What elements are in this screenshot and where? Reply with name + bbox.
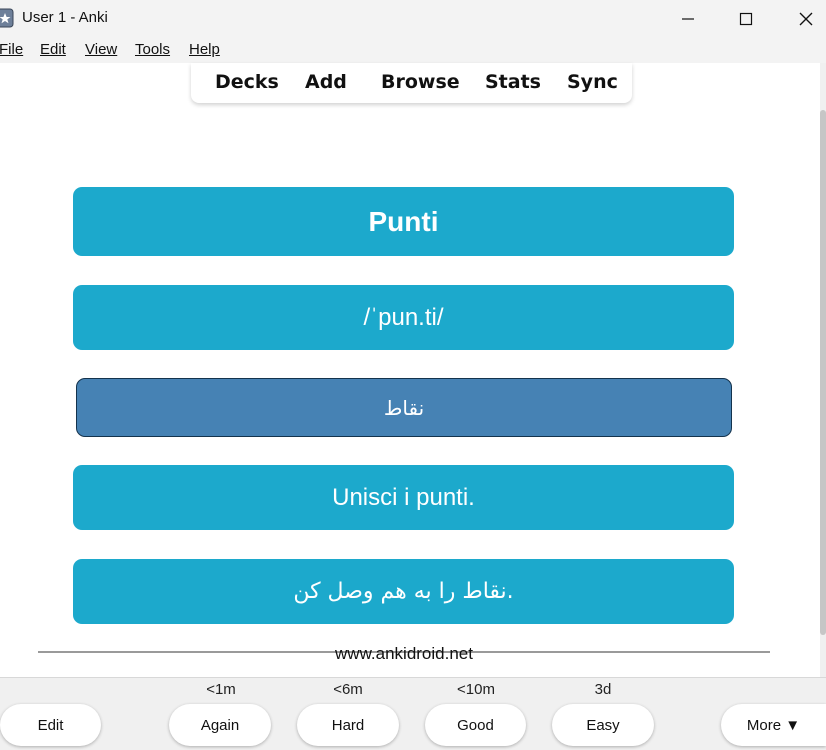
interval-again: <1m [206, 681, 236, 698]
toolbar-stats[interactable]: Stats [485, 71, 541, 93]
card-example: Unisci i punti. [73, 465, 734, 530]
card-example-text: Unisci i punti. [332, 483, 475, 511]
interval-easy: 3d [594, 681, 612, 698]
minimize-icon [682, 17, 694, 20]
more-button[interactable]: More ▼ [721, 704, 826, 746]
answer-bar [0, 677, 826, 750]
hard-button-label: Hard [331, 716, 365, 734]
menu-help[interactable]: Help [189, 41, 220, 58]
interval-good: <10m [457, 681, 495, 698]
title-bar: User 1 - Anki [0, 0, 826, 37]
card-word: Punti [73, 187, 734, 256]
edit-button-label: Edit [37, 716, 64, 734]
toolbar-decks[interactable]: Decks [215, 71, 279, 93]
card-example-translation-text: .نقاط را به هم وصل کن [293, 579, 514, 604]
toolbar-add[interactable]: Add [305, 71, 347, 93]
more-button-label: More ▼ [746, 716, 801, 734]
toolbar-browse[interactable]: Browse [381, 71, 460, 93]
good-button[interactable]: Good [425, 704, 526, 746]
window-title: User 1 - Anki [22, 9, 108, 26]
close-icon [799, 12, 813, 25]
again-button[interactable]: Again [169, 704, 271, 746]
hard-button[interactable]: Hard [297, 704, 399, 746]
menu-view[interactable]: View [85, 41, 117, 58]
card-pronunciation-text: /ˈpun.ti/ [363, 303, 444, 331]
easy-button[interactable]: Easy [552, 704, 654, 746]
edit-button[interactable]: Edit [0, 704, 101, 746]
maximize-button[interactable] [716, 0, 776, 37]
close-button[interactable] [776, 0, 826, 37]
card-pronunciation: /ˈpun.ti/ [73, 285, 734, 350]
menu-tools[interactable]: Tools [135, 41, 170, 58]
scrollbar-thumb[interactable] [820, 110, 826, 635]
toolbar-sync[interactable]: Sync [567, 71, 618, 93]
menu-file[interactable]: File [0, 41, 23, 58]
top-toolbar: Decks Add Browse Stats Sync [191, 63, 632, 103]
anki-app-icon [0, 8, 14, 28]
menu-tools-label: Tools [135, 41, 171, 58]
menu-view-label: View [85, 41, 118, 58]
footer-link: www.ankidroid.net [335, 644, 473, 663]
menu-edit[interactable]: Edit [40, 41, 66, 58]
menu-file-label: File [0, 41, 24, 58]
menu-bar: File Edit View Tools Help [0, 37, 826, 63]
menu-help-label: Help [189, 41, 220, 58]
minimize-button[interactable] [658, 0, 718, 37]
card-example-translation: .نقاط را به هم وصل کن [73, 559, 734, 624]
interval-hard: <6m [333, 681, 363, 698]
again-button-label: Again [200, 716, 240, 734]
card-word-text: Punti [368, 205, 439, 237]
card-translation-text: نقاط [383, 395, 425, 420]
good-button-label: Good [457, 716, 494, 734]
card-translation[interactable]: نقاط [76, 378, 732, 437]
maximize-icon [739, 12, 753, 25]
menu-edit-label: Edit [40, 41, 66, 58]
easy-button-label: Easy [586, 716, 620, 734]
